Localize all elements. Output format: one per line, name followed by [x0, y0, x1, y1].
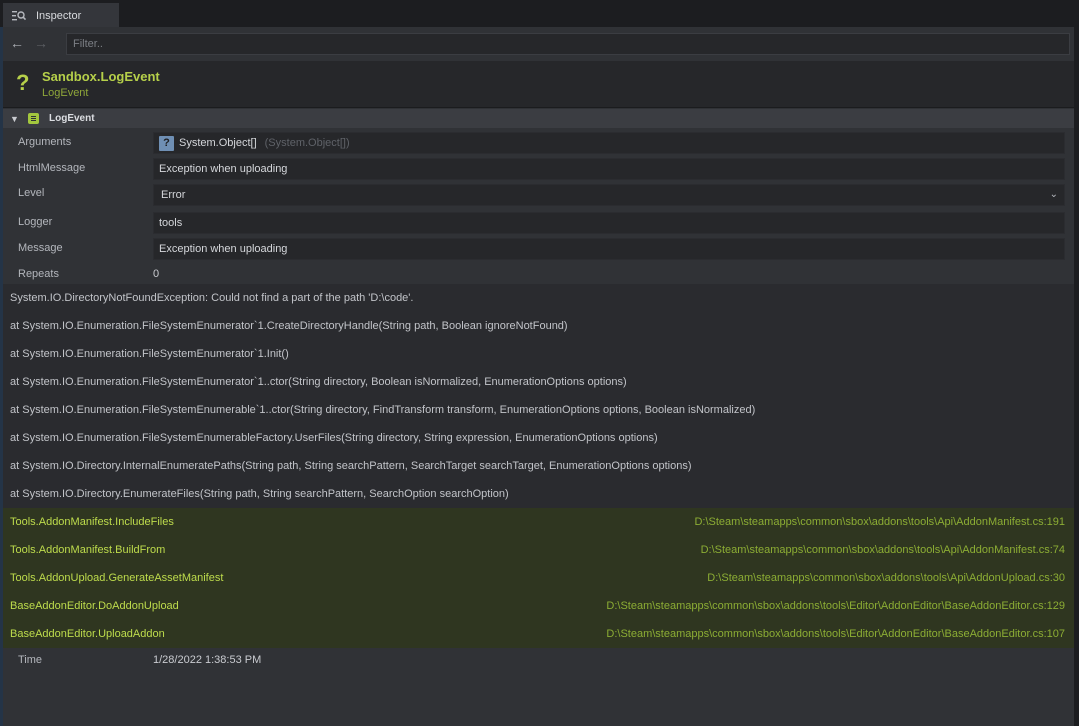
frame-file-link[interactable]: D:\Steam\steamapps\common\sbox\addons\to…: [694, 516, 1065, 528]
time-value: 1/28/2022 1:38:53 PM: [153, 654, 262, 666]
frame-file-link[interactable]: D:\Steam\steamapps\common\sbox\addons\to…: [606, 628, 1065, 640]
stack-frame-row[interactable]: Tools.AddonManifest.BuildFrom D:\Steam\s…: [3, 536, 1074, 564]
logger-value: tools: [159, 217, 183, 229]
frame-file-link[interactable]: D:\Steam\steamapps\common\sbox\addons\to…: [701, 544, 1065, 556]
filter-input[interactable]: [66, 33, 1070, 55]
tab-inspector[interactable]: Inspector: [3, 3, 119, 28]
property-label: Repeats: [18, 268, 59, 280]
property-time: Time 1/28/2022 1:38:53 PM: [3, 648, 1074, 674]
frame-method: BaseAddonEditor.DoAddonUpload: [10, 600, 179, 612]
trace-line: at System.IO.Enumeration.FileSystemEnume…: [10, 348, 289, 360]
document-icon: [28, 113, 39, 124]
chevron-down-icon[interactable]: ⌄: [1050, 189, 1058, 200]
trace-line: at System.IO.Enumeration.FileSystemEnume…: [10, 376, 627, 388]
stack-frame-row[interactable]: BaseAddonEditor.UploadAddon D:\Steam\ste…: [3, 620, 1074, 648]
property-htmlmessage: HtmlMessage Exception when uploading: [3, 158, 1074, 182]
object-header: ? Sandbox.LogEvent LogEvent: [3, 61, 1074, 108]
section-header-logevent[interactable]: ▼ LogEvent: [3, 109, 1074, 128]
trace-line: at System.IO.Enumeration.FileSystemEnume…: [10, 320, 568, 332]
logger-field[interactable]: tools: [153, 212, 1065, 234]
property-message: Message Exception when uploading: [3, 238, 1074, 262]
property-label: Time: [18, 654, 43, 666]
property-label: Arguments: [18, 136, 72, 148]
user-stack-frames: Tools.AddonManifest.IncludeFiles D:\Stea…: [3, 508, 1074, 648]
arguments-type-hint: (System.Object[]): [264, 137, 350, 149]
nav-bar: ← →: [3, 27, 1074, 61]
trace-line: at System.IO.Directory.InternalEnumerate…: [10, 460, 692, 472]
property-level: Level Error ⌄: [3, 184, 1074, 208]
property-arguments: Arguments ? System.Object[] (System.Obje…: [3, 132, 1074, 156]
chevron-down-icon[interactable]: ▼: [10, 114, 20, 124]
back-arrow-icon[interactable]: ←: [9, 35, 25, 51]
message-value: Exception when uploading: [159, 243, 288, 255]
htmlmessage-field[interactable]: Exception when uploading: [153, 158, 1065, 180]
trace-line: System.IO.DirectoryNotFoundException: Co…: [10, 292, 414, 304]
property-repeats: Repeats 0: [3, 266, 1074, 284]
inspector-panel: ← → ? Sandbox.LogEvent LogEvent ▼ LogEve…: [3, 27, 1074, 726]
tab-bar: Inspector: [0, 0, 1079, 28]
message-field[interactable]: Exception when uploading: [153, 238, 1065, 260]
trace-line: at System.IO.Enumeration.FileSystemEnume…: [10, 404, 756, 416]
frame-method: Tools.AddonManifest.IncludeFiles: [10, 516, 174, 528]
repeats-value: 0: [153, 268, 160, 280]
property-logger: Logger tools: [3, 212, 1074, 236]
inspector-window: Inspector ← → ? Sandbox.LogEvent LogEven…: [0, 0, 1079, 726]
inspector-icon: [12, 10, 26, 20]
type-question-icon: ?: [159, 135, 174, 151]
level-value: Error: [161, 189, 186, 201]
property-label: HtmlMessage: [18, 162, 86, 174]
frame-method: Tools.AddonUpload.GenerateAssetManifest: [10, 572, 224, 584]
question-mark-icon: ?: [16, 70, 30, 95]
frame-method: Tools.AddonManifest.BuildFrom: [10, 544, 166, 556]
section-label: LogEvent: [49, 113, 95, 124]
stack-frame-row[interactable]: Tools.AddonManifest.IncludeFiles D:\Stea…: [3, 508, 1074, 536]
level-dropdown[interactable]: Error ⌄: [153, 184, 1065, 206]
arguments-field[interactable]: ? System.Object[] (System.Object[]): [153, 132, 1065, 154]
property-label: Message: [18, 242, 63, 254]
frame-file-link[interactable]: D:\Steam\steamapps\common\sbox\addons\to…: [606, 600, 1065, 612]
stack-frame-row[interactable]: BaseAddonEditor.DoAddonUpload D:\Steam\s…: [3, 592, 1074, 620]
trace-line: at System.IO.Enumeration.FileSystemEnume…: [10, 432, 658, 444]
frame-method: BaseAddonEditor.UploadAddon: [10, 628, 165, 640]
forward-arrow-icon[interactable]: →: [33, 35, 49, 51]
object-subtitle: LogEvent: [42, 87, 89, 99]
object-title: Sandbox.LogEvent: [42, 69, 160, 84]
frame-file-link[interactable]: D:\Steam\steamapps\common\sbox\addons\to…: [707, 572, 1065, 584]
trace-line: at System.IO.Directory.EnumerateFiles(St…: [10, 488, 509, 500]
htmlmessage-value: Exception when uploading: [159, 163, 288, 175]
arguments-value: System.Object[]: [179, 137, 257, 149]
tab-label: Inspector: [36, 9, 82, 22]
stack-frame-row[interactable]: Tools.AddonUpload.GenerateAssetManifest …: [3, 564, 1074, 592]
property-label: Level: [18, 187, 45, 199]
property-label: Logger: [18, 216, 53, 228]
stack-trace: System.IO.DirectoryNotFoundException: Co…: [3, 284, 1074, 508]
